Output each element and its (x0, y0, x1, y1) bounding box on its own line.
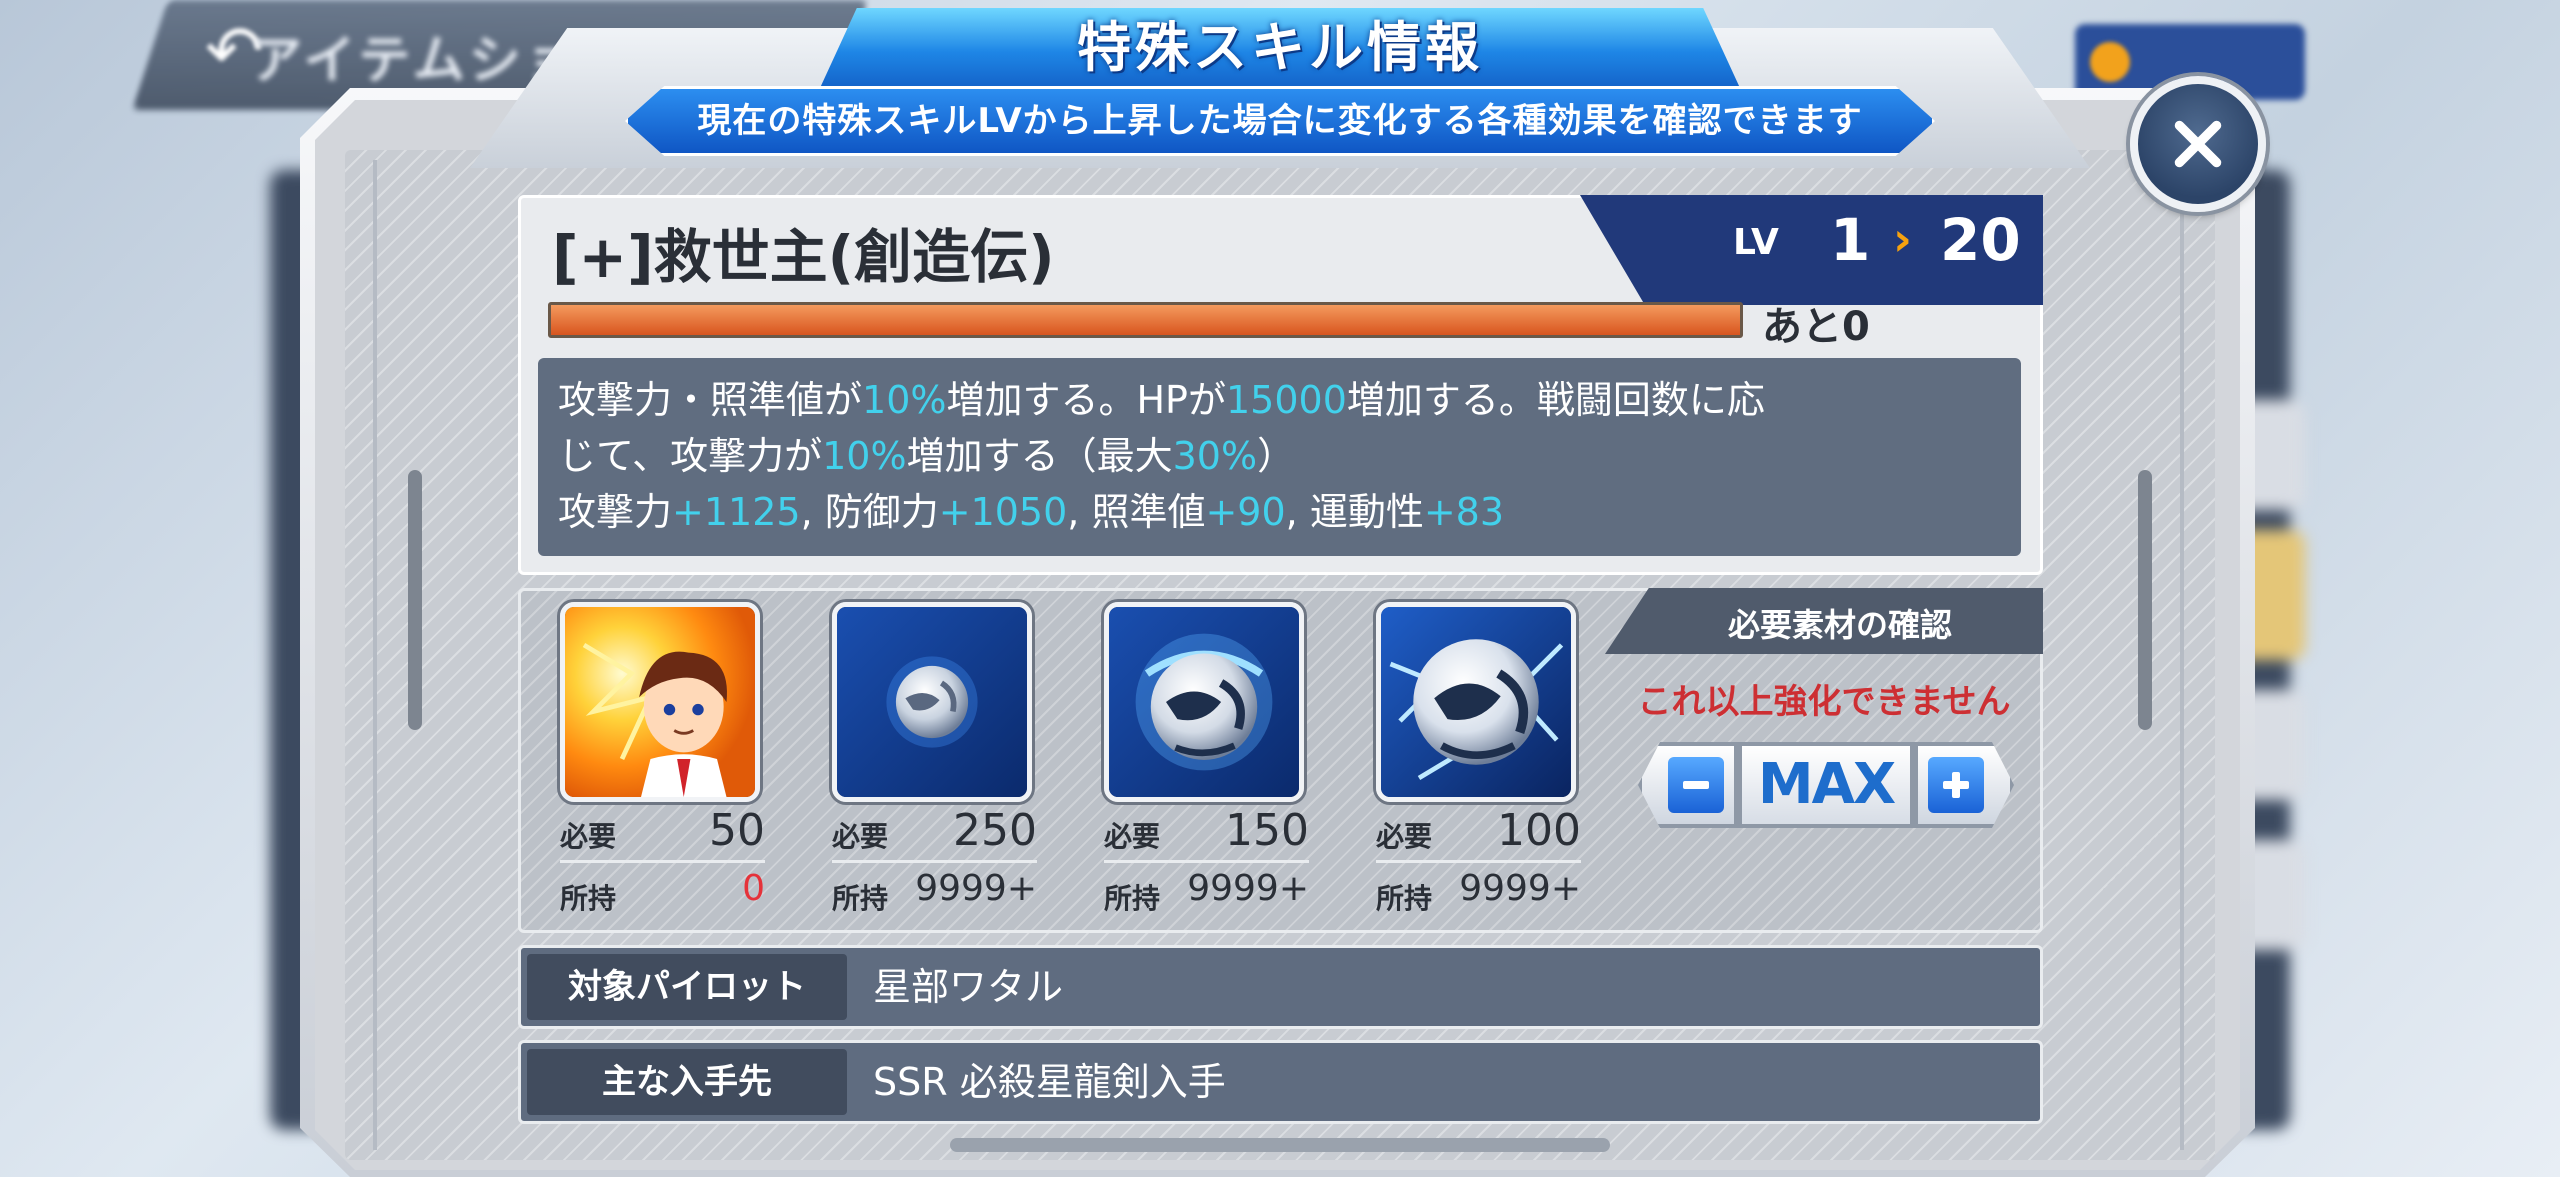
dialog-rail-right (2180, 160, 2235, 1150)
material-3-divider (1104, 860, 1309, 863)
close-button[interactable] (2130, 76, 2266, 212)
dialog-notch-right (2138, 470, 2152, 730)
stat-value: +1125 (672, 490, 801, 534)
medium-orb-icon (1109, 607, 1299, 797)
stat-label: 攻撃力 (558, 490, 673, 534)
material-3-have: 9999+ (1187, 868, 1309, 909)
level-target: 20 (1940, 206, 2021, 274)
desc-text: ） (1257, 434, 1296, 478)
stat-label: , 防御力 (800, 490, 939, 534)
material-slot-4[interactable] (1376, 602, 1576, 802)
plus-icon (1928, 757, 1984, 813)
stat-value: +83 (1423, 490, 1505, 534)
small-orb-icon (837, 607, 1027, 797)
material-slot-2[interactable] (832, 602, 1032, 802)
stat-value: +90 (1205, 490, 1286, 534)
desc-value: 30% (1172, 434, 1258, 478)
decrease-button[interactable] (1638, 742, 1738, 828)
material-4-have: 9999+ (1459, 868, 1581, 909)
target-pilot-label: 対象パイロット (527, 954, 847, 1020)
pilot-portrait-icon (565, 607, 755, 797)
dialog-notch-left (408, 470, 422, 730)
desc-text: 増加する。HPが (946, 378, 1226, 422)
material-3-need: 150 (1225, 805, 1309, 856)
material-3-need-label: 必要 (1104, 820, 1161, 853)
material-1-divider (560, 860, 765, 863)
desc-value: 10% (822, 434, 907, 478)
dialog-title: 特殊スキル情報 (1077, 16, 1483, 79)
target-pilot-value: 星部ワタル (873, 965, 1064, 1009)
description-line-1: 攻撃力・照準値が10%増加する。HPが15000増加する。戦闘回数に応 (558, 372, 2001, 428)
desc-value: 10% (862, 378, 947, 422)
dialog-subtitle: 現在の特殊スキルLVから上昇した場合に変化する各種効果を確認できます (697, 101, 1863, 141)
quantity-stepper: MAX (1638, 742, 2014, 828)
source-value: SSR 必殺星龍剣入手 (873, 1060, 1226, 1104)
exp-bar (548, 302, 1743, 338)
dialog-rail-left (322, 160, 377, 1150)
material-2-need: 250 (953, 805, 1037, 856)
desc-value: 15000 (1225, 378, 1347, 422)
material-1-need-label: 必要 (560, 820, 617, 853)
cannot-enhance-message: これ以上強化できません (1637, 682, 2011, 722)
material-slot-1[interactable] (560, 602, 760, 802)
description-line-2: じて、攻撃力が10%増加する（最大30%） (558, 428, 2001, 484)
source-row: 主な入手先 SSR 必殺星龍剣入手 (518, 1040, 2043, 1124)
max-button[interactable]: MAX (1738, 742, 1914, 828)
stat-label: , 照準値 (1067, 490, 1206, 534)
material-4-need-label: 必要 (1376, 820, 1433, 853)
stat-label: , 運動性 (1285, 490, 1424, 534)
level-current: 1 (1830, 206, 1871, 274)
source-label: 主な入手先 (527, 1049, 847, 1115)
material-1-need: 50 (709, 805, 765, 856)
confirm-title: 必要素材の確認 (1727, 606, 1952, 644)
dialog-bottom-rail (950, 1138, 1610, 1152)
desc-text: じて、攻撃力が (558, 434, 823, 478)
description-line-3: 攻撃力+1125, 防御力+1050, 照準値+90, 運動性+83 (558, 484, 2001, 540)
desc-text: 攻撃力・照準値が (558, 378, 863, 422)
material-2-need-label: 必要 (832, 820, 889, 853)
skill-description: 攻撃力・照準値が10%増加する。HPが15000増加する。戦闘回数に応 じて、攻… (538, 358, 2021, 556)
minus-icon (1668, 757, 1724, 813)
material-2-divider (832, 860, 1037, 863)
material-2-have: 9999+ (915, 868, 1037, 909)
close-icon (2174, 120, 2222, 168)
target-pilot-row: 対象パイロット 星部ワタル (518, 945, 2043, 1029)
material-slot-3[interactable] (1104, 602, 1304, 802)
skill-name: [+]救世主(創造伝) (552, 223, 1055, 291)
material-4-divider (1376, 860, 1581, 863)
level-arrow-icon: › (1893, 212, 1912, 266)
large-orb-icon (1381, 607, 1571, 797)
coin-icon (2090, 42, 2130, 82)
desc-text: 増加する（最大 (906, 434, 1173, 478)
exp-bar-fill (551, 305, 1740, 335)
level-label: LV (1733, 222, 1779, 263)
material-1-have: 0 (742, 868, 765, 909)
exp-remaining: あと0 (1762, 304, 1870, 350)
stat-value: +1050 (938, 490, 1068, 534)
desc-text: 増加する。戦闘回数に応 (1346, 378, 1765, 422)
increase-button[interactable] (1914, 742, 2014, 828)
material-4-need: 100 (1497, 805, 1581, 856)
